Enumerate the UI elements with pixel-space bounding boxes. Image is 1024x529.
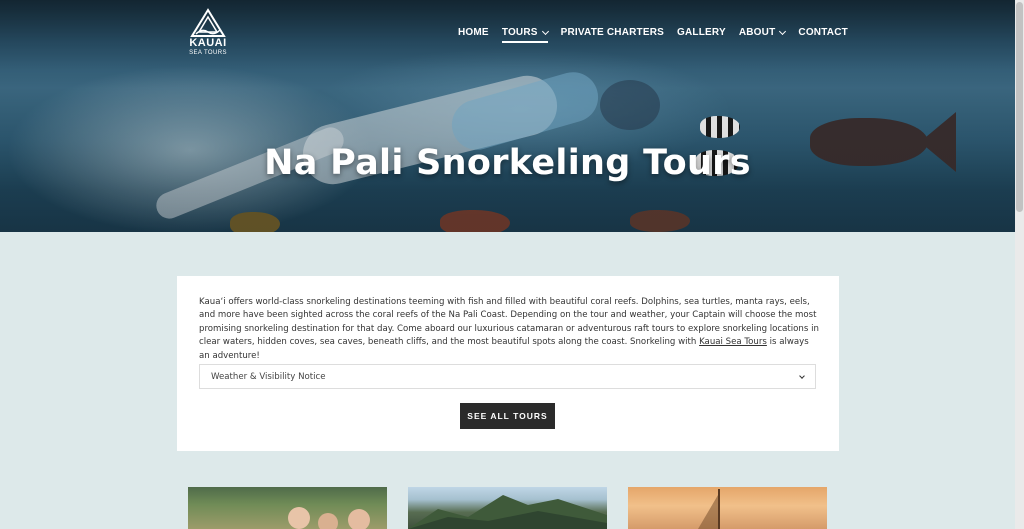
sailboat-photo <box>698 495 718 529</box>
nav-tours[interactable]: TOURS <box>501 27 549 43</box>
scrollbar-thumb[interactable] <box>1016 2 1023 212</box>
chevron-down-icon <box>541 27 549 35</box>
tour-card-image[interactable] <box>628 487 827 529</box>
nav-private-charters[interactable]: PRIVATE CHARTERS <box>561 27 664 38</box>
nav-gallery-label: GALLERY <box>677 27 726 38</box>
tour-card-image[interactable] <box>188 487 387 529</box>
people-photo <box>318 513 338 529</box>
see-all-tours-button[interactable]: SEE ALL TOURS <box>460 403 555 429</box>
intro-paragraph: Kaua‘i offers world-class snorkeling des… <box>199 296 819 363</box>
nav-private-charters-label: PRIVATE CHARTERS <box>560 27 665 38</box>
page-title: Na Pali Snorkeling Tours <box>264 143 751 183</box>
logo-wordmark: KAUAI <box>189 37 227 49</box>
nav-about-label: ABOUT <box>738 27 776 38</box>
logo-subtitle: SEA TOURS <box>189 50 227 56</box>
kauai-sea-tours-link[interactable]: Kauai Sea Tours <box>699 337 767 347</box>
nav-about[interactable]: ABOUT <box>738 27 787 38</box>
weather-notice-accordion[interactable]: Weather & Visibility Notice <box>199 364 816 389</box>
nav-tours-label: TOURS <box>501 27 538 38</box>
nav-gallery[interactable]: GALLERY <box>677 27 726 38</box>
nav-home-label: HOME <box>458 27 489 38</box>
nav-home[interactable]: HOME <box>458 27 489 38</box>
main-navigation: HOME TOURS PRIVATE CHARTERS GALLERY ABOU… <box>458 27 861 43</box>
mountain-photo <box>408 495 607 529</box>
people-photo <box>288 507 310 529</box>
page-scrollbar[interactable] <box>1015 0 1024 529</box>
accordion-label: Weather & Visibility Notice <box>211 371 326 382</box>
tour-card-image[interactable] <box>408 487 607 529</box>
chevron-down-icon <box>799 373 805 379</box>
sailboat-mast <box>718 489 720 529</box>
logo-mountain-icon <box>190 8 226 37</box>
nav-contact[interactable]: CONTACT <box>798 27 848 38</box>
site-logo[interactable]: KAUAI SEA TOURS <box>186 8 230 58</box>
hero-banner: KAUAI SEA TOURS HOME TOURS PRIVATE CHART… <box>0 0 1015 232</box>
intro-card: Kaua‘i offers world-class snorkeling des… <box>177 276 839 451</box>
chevron-down-icon <box>779 27 787 35</box>
people-photo <box>348 509 370 529</box>
nav-contact-label: CONTACT <box>798 27 848 38</box>
